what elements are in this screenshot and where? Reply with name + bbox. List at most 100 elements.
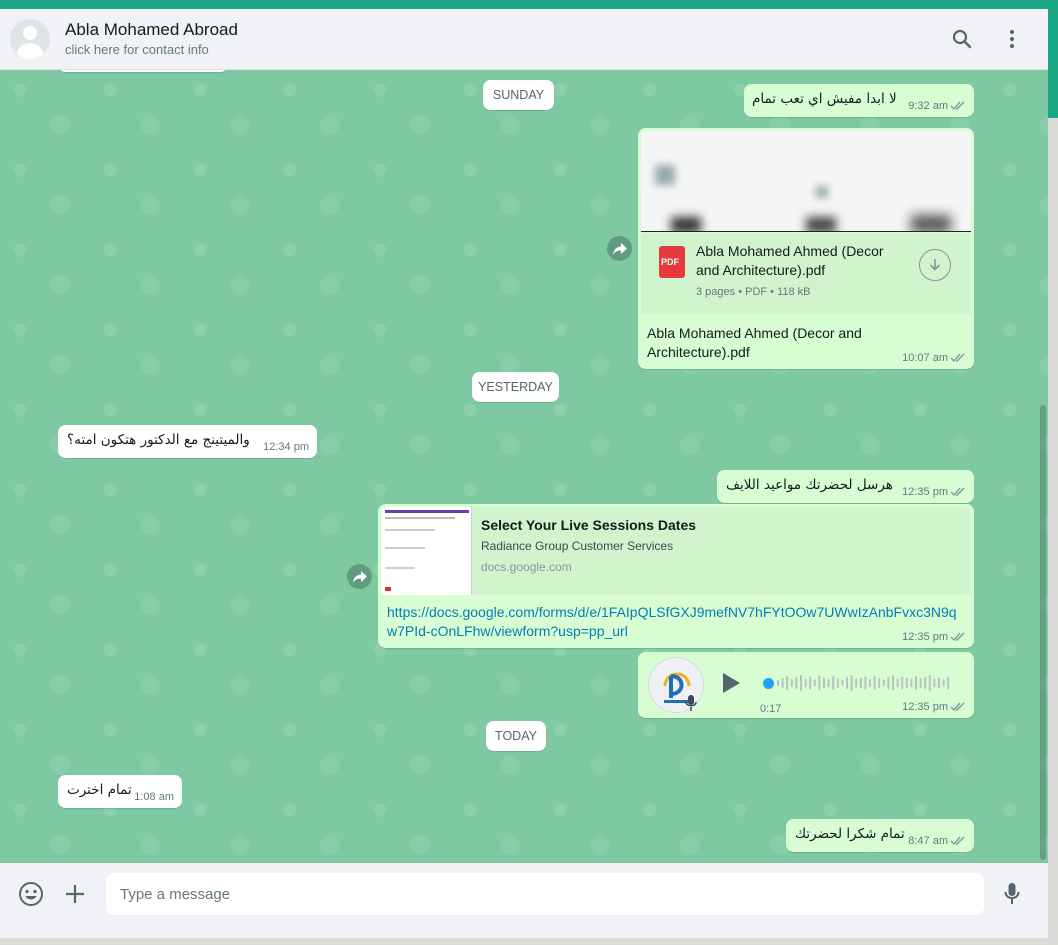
contact-avatar[interactable] (10, 19, 50, 59)
waveform-bar (836, 678, 839, 688)
message-time: 1:08 am (134, 791, 174, 803)
preview-blur-shape (671, 217, 701, 231)
date-separator-yesterday: YESTERDAY (472, 372, 559, 402)
waveform-bar (823, 677, 825, 689)
window-right-accent (1048, 0, 1058, 118)
waveform-bar (781, 678, 784, 688)
waveform-bar (818, 675, 821, 691)
url-line: w7PId-cOnLFhw/viewform?usp=pp_url (387, 623, 628, 639)
pdf-file-icon: PDF (659, 246, 685, 278)
message-bubble-outgoing[interactable]: لا ابدا مفيش اي تعب تمام 9:32 am (744, 84, 974, 117)
waveform-bar (832, 676, 835, 690)
waveform-bar (933, 678, 936, 688)
message-input[interactable] (106, 873, 984, 915)
preview-blur-shape (816, 186, 828, 198)
waveform-bar (910, 679, 913, 687)
whatsapp-chat-window: Abla Mohamed Abroad click here for conta… (0, 9, 1048, 938)
thumbnail-line (385, 529, 435, 531)
waveform-bar (942, 679, 945, 687)
waveform-bar (804, 678, 807, 688)
message-list[interactable]: SUNDAY لا ابدا مفيش اي تعب تمام 9:32 am … (0, 70, 1048, 863)
waveform-bar (813, 679, 816, 687)
document-preview-thumbnail[interactable] (641, 131, 971, 232)
waveform-bar (919, 678, 922, 688)
forward-icon[interactable] (347, 564, 372, 589)
waveform-bar (915, 676, 917, 690)
waveform-bar (809, 676, 812, 690)
date-separator-sunday: SUNDAY (483, 80, 554, 110)
message-bubble-incoming[interactable]: تمام اخترت 1:08 am (58, 775, 182, 808)
message-time: 12:35 pm (902, 486, 948, 498)
waveform-bar (905, 677, 908, 689)
preview-blur-shape (655, 165, 675, 185)
message-bubble-voice-note[interactable]: 0:17 12:35 pm (638, 652, 974, 718)
message-time: 12:35 pm (902, 701, 948, 713)
message-time: 12:35 pm (902, 631, 948, 643)
chat-header[interactable]: Abla Mohamed Abroad click here for conta… (0, 9, 1048, 70)
preview-blur-shape (911, 215, 951, 231)
contact-name[interactable]: Abla Mohamed Abroad (65, 20, 238, 40)
compose-bar (0, 863, 1048, 938)
document-info-row[interactable]: PDF Abla Mohamed Ahmed (Decor and Archit… (641, 233, 971, 314)
emoji-icon[interactable] (17, 880, 45, 908)
message-bubble-outgoing[interactable]: تمام شكرا لحضرتك 8:47 am (786, 819, 974, 852)
message-url-link[interactable]: https://docs.google.com/forms/d/e/1FAIpQ… (387, 603, 957, 641)
voice-seek-handle[interactable] (763, 678, 774, 689)
waveform-bar (924, 677, 927, 689)
avatar-head-shape (23, 26, 37, 40)
play-icon[interactable] (720, 671, 742, 695)
download-icon[interactable] (919, 249, 951, 281)
caption-line: Abla Mohamed Ahmed (Decor and (647, 325, 862, 341)
search-icon[interactable] (949, 26, 975, 52)
waveform-bar (892, 675, 894, 691)
file-name-line: and Architecture).pdf (696, 262, 826, 278)
message-time: 10:07 am (902, 352, 948, 364)
double-check-icon (950, 702, 965, 712)
message-bubble-link[interactable]: Select Your Live Sessions Dates Radiance… (378, 504, 974, 648)
waveform-bar (790, 679, 793, 687)
message-bubble-incoming[interactable]: والميتينج مع الدكتور هتكون امته؟ 12:34 p… (58, 425, 317, 458)
message-text: تمام شكرا لحضرتك (795, 826, 905, 842)
plus-icon[interactable] (61, 880, 89, 908)
url-line: https://docs.google.com/forms/d/e/1FAIpQ… (387, 604, 957, 620)
kebab-menu-icon[interactable] (999, 26, 1025, 52)
message-time: 12:34 pm (263, 441, 309, 453)
waveform-bar (859, 677, 862, 689)
window-top-accent (0, 0, 1058, 9)
voice-waveform[interactable] (763, 673, 953, 693)
double-check-icon (950, 353, 965, 363)
message-text: والميتينج مع الدكتور هتكون امته؟ (67, 432, 250, 448)
link-preview-thumbnail (381, 507, 472, 595)
waveform-bar (887, 677, 890, 689)
message-time: 9:32 am (908, 100, 948, 112)
message-text: لا ابدا مفيش اي تعب تمام (752, 91, 897, 107)
waveform-bar (878, 678, 881, 688)
waveform-bar (841, 680, 844, 686)
voice-duration: 0:17 (760, 703, 782, 715)
document-meta: 3 pages • PDF • 118 kB (696, 286, 811, 298)
thumbnail-form-bar (385, 510, 469, 513)
waveform-bar (777, 680, 779, 686)
forward-icon[interactable] (607, 236, 632, 261)
microphone-icon[interactable] (998, 880, 1026, 908)
chat-scrollbar[interactable] (1040, 405, 1046, 860)
thumbnail-mark (385, 587, 391, 591)
link-preview-card[interactable]: Select Your Live Sessions Dates Radiance… (381, 507, 971, 595)
avatar-body-shape (16, 43, 44, 59)
clipped-message-bubble (58, 70, 228, 72)
thumbnail-line (385, 517, 455, 519)
document-caption: Abla Mohamed Ahmed (Decor and Architectu… (647, 324, 862, 362)
waveform-bar (795, 677, 798, 689)
message-time: 8:47 am (908, 835, 948, 847)
waveform-bar (947, 676, 950, 690)
link-title: Select Your Live Sessions Dates (481, 517, 697, 533)
link-description: Radiance Group Customer Services (481, 539, 674, 553)
waveform-bar (882, 679, 885, 687)
double-check-icon (950, 101, 965, 111)
contact-info-hint[interactable]: click here for contact info (65, 42, 209, 57)
thumbnail-line (385, 567, 415, 569)
double-check-icon (950, 487, 965, 497)
waveform-bar (938, 677, 940, 689)
message-bubble-outgoing[interactable]: هرسل لحضرتك مواعيد اللايف 12:35 pm (717, 470, 974, 503)
message-bubble-document[interactable]: PDF Abla Mohamed Ahmed (Decor and Archit… (638, 128, 974, 369)
